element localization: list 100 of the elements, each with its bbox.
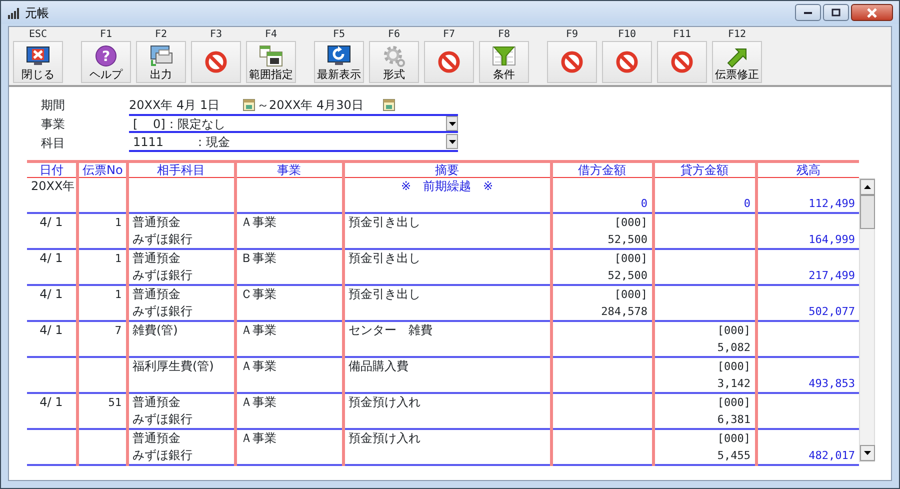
toolbar-button[interactable]: 条件 [479,41,529,83]
sub-account-text: みずほ銀行 [132,232,192,246]
up-arrow-icon [864,185,871,189]
toolbar-button[interactable] [191,41,241,83]
toolbar-button[interactable]: ? ヘルプ [81,41,131,83]
maximize-icon [831,8,841,17]
caret-icon [448,140,456,144]
toolbar-button[interactable]: 形式 [369,41,419,83]
debit-amount: 284,578 [601,305,648,318]
date-text: 4/ 1 [40,323,63,337]
function-key-label: F1 [100,29,112,41]
sub-account-text: みずほ銀行 [132,304,192,318]
scrollbar-track[interactable] [859,178,875,462]
close-button[interactable] [851,4,893,21]
toolbar-button[interactable] [657,41,707,83]
prohibited-icon [614,50,640,74]
function-key-label: F10 [618,29,636,41]
date-value: ～20XX年 4月30日 [257,96,364,114]
calendar-icon [258,44,284,68]
account-text: 普通預金 [132,431,180,445]
date-text: 4/ 1 [40,251,63,265]
account-text: 雑費(管) [132,323,178,337]
business-text: Ａ事業 [240,431,276,445]
app-icon [7,6,21,18]
down-arrow-icon [864,451,871,455]
account-code: [000] [717,360,750,373]
scroll-down-button[interactable] [860,445,875,461]
account-code: [000] [717,324,750,337]
column-header: 伝票No [77,162,127,178]
minimize-button[interactable] [795,4,821,21]
slip-number: 1 [114,252,122,265]
credit-amount: 3,142 [717,377,750,390]
summary-text: センター 雑費 [348,323,432,337]
toolbar-button[interactable] [547,41,597,83]
field-label: 事業 [41,116,66,132]
function-key-label: F11 [672,29,692,41]
minimize-icon [803,10,813,14]
toolbar-button[interactable]: 伝票修正 [712,41,762,83]
prohibited-icon [669,50,695,74]
summary-text: 預金引き出し [348,251,420,265]
account-code: [000] [614,216,648,229]
summary-text: 備品購入費 [348,359,408,373]
business-text: Ａ事業 [240,359,276,373]
account-code: [000] [717,432,750,445]
slip-number: 1 [114,216,122,229]
calendar-icon[interactable] [243,98,255,111]
business-text: Ｂ事業 [240,251,276,265]
gear-icon [381,44,407,68]
credit-amount: 5,082 [717,341,750,354]
function-key-label: F9 [566,29,578,41]
function-key-label: F3 [210,29,222,41]
scroll-up-button[interactable] [860,179,875,195]
function-key-label: F8 [498,29,510,41]
sub-account-text: みずほ銀行 [132,268,192,282]
dropdown-field[interactable]: 1111 ：現金 [129,133,458,152]
function-key-label: ESC [28,29,48,41]
dropdown-field[interactable]: [ 0]：限定なし [129,114,458,133]
balance-amount: 482,017 [808,449,855,462]
toolbar-button[interactable]: 出力 [136,41,186,83]
maximize-button[interactable] [823,4,849,21]
toolbar-button[interactable]: 閉じる [13,41,63,83]
summary-text: 預金預け入れ [348,431,420,445]
toolbar-button[interactable] [424,41,474,83]
function-key-label: F6 [388,29,400,41]
account-text: 普通預金 [132,395,180,409]
field-label: 期間 [41,96,66,114]
prohibited-icon [436,50,462,74]
calendar-icon[interactable] [383,98,395,111]
slip-number: 7 [114,324,122,337]
debit-amount: 52,500 [608,233,648,246]
balance-amount: 112,499 [808,197,855,210]
summary-text: 預金預け入れ [348,395,420,409]
debit-amount: 52,500 [608,269,648,282]
credit-amount: 6,381 [717,413,750,426]
function-key-label: F12 [728,29,746,41]
balance-amount: 502,077 [808,305,855,318]
date-text: 4/ 1 [40,395,63,409]
column-header: 借方金額 [551,162,653,178]
account-code: [000] [614,252,648,265]
account-text: 福利厚生費(管) [132,359,214,373]
toolbar-button[interactable]: 最新表示 [314,41,364,83]
printer-icon [148,44,174,68]
summary-text: 預金引き出し [348,215,420,229]
business-text: Ａ事業 [240,395,276,409]
prohibited-icon [203,50,229,74]
toolbar-button[interactable] [602,41,652,83]
refresh-icon [326,44,352,68]
column-header: 残高 [756,162,859,178]
function-key-label: F7 [442,29,456,41]
toolbar-button[interactable]: 範囲指定 [246,41,296,83]
account-code: [000] [614,288,648,301]
business-text: Ｃ事業 [240,287,276,301]
account-text: 普通預金 [132,215,180,229]
help-icon: ? [93,44,119,68]
scrollbar-thumb[interactable] [860,195,875,229]
field-label: 科目 [41,134,66,152]
date-value: 20XX年 4月 1日 [129,96,221,114]
slip-number: 51 [108,396,122,409]
sub-account-text: みずほ銀行 [132,412,192,426]
date-text: 4/ 1 [40,287,63,301]
